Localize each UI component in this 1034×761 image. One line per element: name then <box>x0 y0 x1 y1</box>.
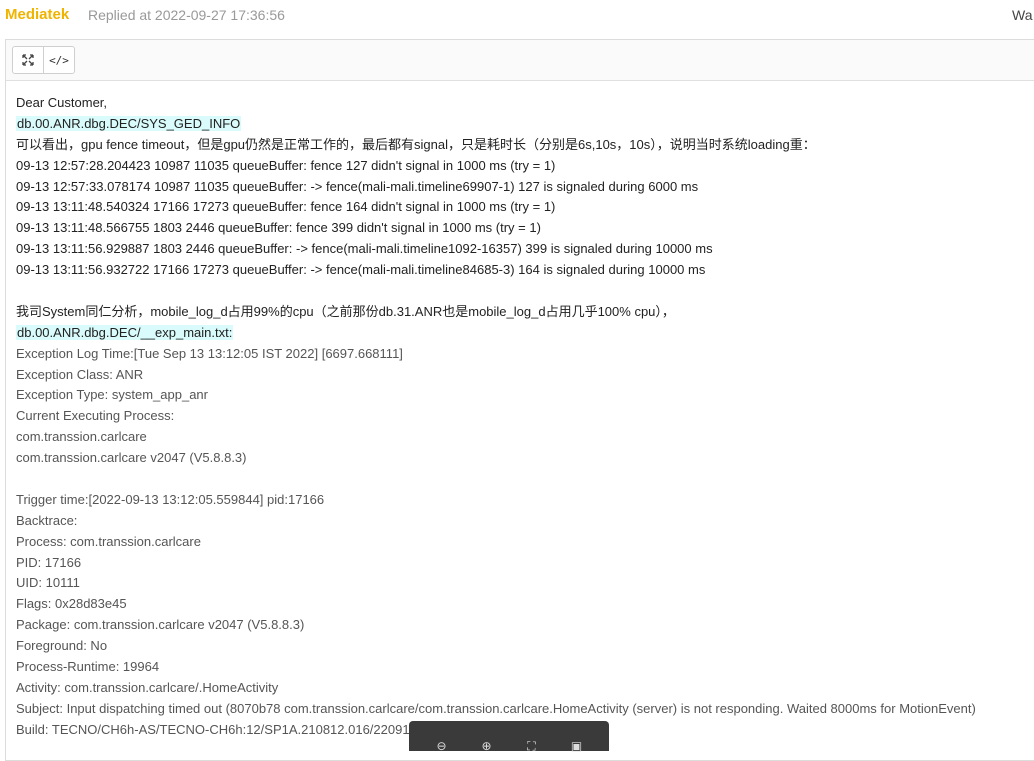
content-line: Package: com.transsion.carlcare v2047 (V… <box>16 617 305 633</box>
fullscreen-icon <box>22 54 34 66</box>
view-source-button[interactable]: </> <box>43 46 75 74</box>
content-line: Process-Runtime: 19964 <box>16 659 160 675</box>
content-line: Process: com.transsion.carlcare <box>16 533 201 549</box>
content-line: 09-13 13:11:56.929887 1803 2446 queueBuf… <box>16 241 713 257</box>
reply-body: Dear Customer, db.00.ANR.dbg.DEC/SYS_GED_… <box>16 93 1034 741</box>
reply-timestamp: Replied at 2022-09-27 17:36:56 <box>88 7 285 23</box>
highlighted-path: db.00.ANR.dbg.DEC/SYS_GED_INFO <box>16 115 242 131</box>
content-line: Subject: Input dispatching timed out (80… <box>16 700 976 716</box>
content-line: Exception Type: system_app_anr <box>16 387 208 403</box>
content-line: db.00.ANR.dbg.DEC/SYS_GED_INFO <box>16 114 1034 135</box>
content-line: PID: 17166 <box>16 554 82 570</box>
content-line: db.00.ANR.dbg.DEC/__exp_main.txt: <box>16 323 1034 344</box>
header-right-text: Wa <box>1012 7 1033 23</box>
zoom-out-icon[interactable]: ⊖ <box>434 740 450 752</box>
image-viewer-toolbar: ⊖ ⊕ ⛶ ▣ <box>409 721 609 752</box>
reply-header: Mediatek Replied at 2022-09-27 17:36:56 … <box>0 0 1034 30</box>
author-name[interactable]: Mediatek <box>5 6 69 23</box>
content-line: 09-13 12:57:28.204423 10987 11035 queueB… <box>16 157 556 173</box>
content-line: Dear Customer, <box>16 95 108 110</box>
content-line: com.transsion.carlcare <box>16 429 147 445</box>
content-line: Foreground: No <box>16 638 108 654</box>
content-line <box>16 469 1034 490</box>
content-line: Exception Class: ANR <box>16 366 144 382</box>
content-line: com.transsion.carlcare v2047 (V5.8.8.3) <box>16 450 247 466</box>
content-line: 09-13 13:11:56.932722 17166 17273 queueB… <box>16 262 706 278</box>
content-line: 09-13 13:11:48.566755 1803 2446 queueBuf… <box>16 220 541 236</box>
highlighted-path: db.00.ANR.dbg.DEC/__exp_main.txt: <box>16 324 234 340</box>
editor-toolbar: </> <box>6 40 1034 81</box>
content-line <box>16 281 1034 302</box>
content-line: Current Executing Process: <box>16 408 175 424</box>
content-line: Backtrace: <box>16 512 78 528</box>
content-line: Activity: com.transsion.carlcare/.HomeAc… <box>16 679 279 695</box>
content-line: 可以看出，gpu fence timeout，但是gpu仍然是正常工作的，最后都… <box>16 136 816 152</box>
reply-content-box: </> Dear Customer, db.00.ANR.dbg.DEC/SYS_… <box>5 39 1034 761</box>
code-icon: </> <box>49 53 69 67</box>
content-line: 09-13 12:57:33.078174 10987 11035 queueB… <box>16 178 699 194</box>
content-line: Trigger time:[2022-09-13 13:12:05.559844… <box>16 491 325 507</box>
content-line: Flags: 0x28d83e45 <box>16 596 127 612</box>
content-line: 我司System同仁分析，mobile_log_d占用99%的cpu（之前那份d… <box>16 303 675 319</box>
content-line: UID: 10111 <box>16 575 80 591</box>
fullscreen-button[interactable] <box>12 46 44 74</box>
zoom-in-icon[interactable]: ⊕ <box>479 740 495 752</box>
content-line: 09-13 13:11:48.540324 17166 17273 queueB… <box>16 199 556 215</box>
save-icon[interactable]: ▣ <box>569 740 585 752</box>
fit-icon[interactable]: ⛶ <box>524 740 540 752</box>
content-line: Exception Log Time:[Tue Sep 13 13:12:05 … <box>16 345 403 361</box>
